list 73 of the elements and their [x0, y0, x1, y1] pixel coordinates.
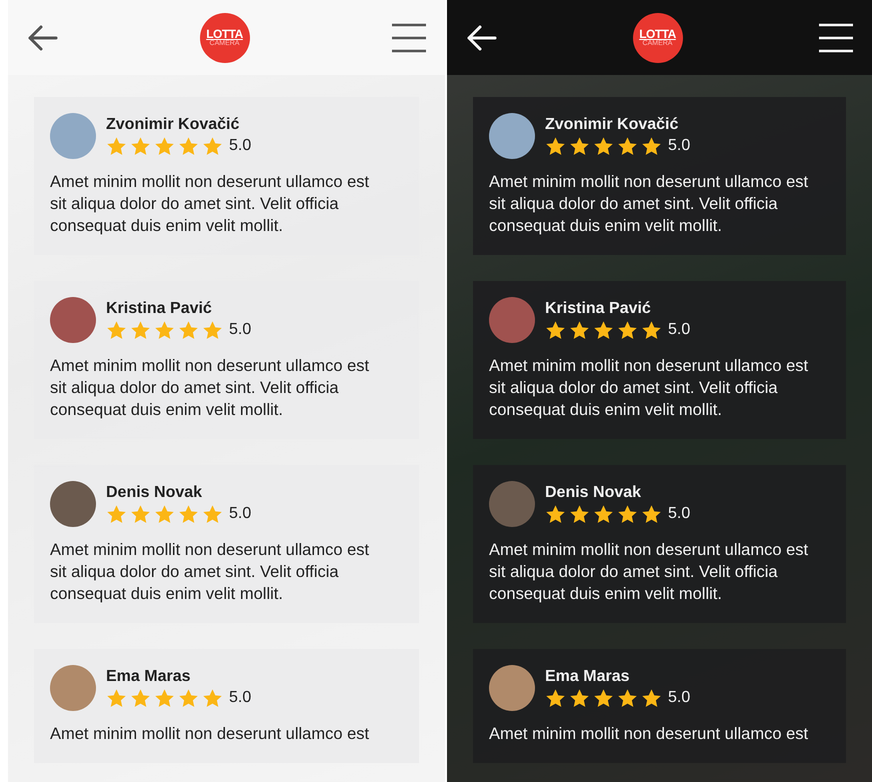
star-icon	[617, 688, 638, 708]
star-icon	[545, 320, 566, 340]
avatar	[489, 297, 535, 343]
star-icon	[593, 320, 614, 340]
review-text: Amet minim mollit non deserunt ullamco est sit aliqua dolor do amet sint. Velit officia consequat duis enim velit mollit.	[50, 540, 370, 605]
star-icon	[154, 504, 175, 524]
reviewer-name: Kristina Pavić	[106, 300, 213, 318]
star-icon	[130, 320, 151, 340]
star-icon	[617, 504, 638, 524]
avatar	[50, 297, 96, 343]
avatar	[50, 113, 96, 159]
reviewer-name: Zvonimir Kovačić	[106, 116, 240, 134]
star-icon	[617, 136, 638, 156]
star-icon	[178, 504, 199, 524]
star-icon	[641, 320, 662, 340]
rating-value: 5.0	[668, 505, 690, 523]
star-icon	[617, 320, 638, 340]
star-icon	[106, 320, 127, 340]
reviewer-name: Denis Novak	[545, 484, 642, 502]
star-icon	[106, 136, 127, 156]
menu-icon[interactable]	[391, 22, 427, 52]
star-icon	[569, 504, 590, 524]
star-icon	[178, 688, 199, 708]
rating-value: 5.0	[668, 137, 690, 155]
review-text: Amet minim mollit non deserunt ullamco est sit aliqua dolor do amet sint. Velit officia consequat duis enim velit mollit.	[50, 356, 370, 421]
reviewer-name: Ema Maras	[545, 668, 630, 686]
avatar	[50, 665, 96, 711]
rating-value: 5.0	[229, 505, 252, 523]
star-icon	[569, 136, 590, 156]
star-icon	[106, 688, 127, 708]
star-icon	[569, 688, 590, 708]
reviewer-name: Kristina Pavić	[545, 300, 652, 318]
review-text: Amet minim mollit non deserunt ullamco est sit aliqua dolor do amet sint. Velit officia consequat duis enim velit mollit.	[50, 172, 370, 237]
star-icon	[202, 504, 223, 524]
star-icon	[154, 136, 175, 156]
review-text: Amet minim mollit non deserunt ullamco est	[50, 724, 370, 745]
star-icon	[593, 688, 614, 708]
review-text: Amet minim mollit non deserunt ullamco est	[489, 724, 810, 745]
reviewer-name: Zvonimir Kovačić	[545, 116, 680, 134]
star-icon	[641, 504, 662, 524]
star-icon	[154, 320, 175, 340]
avatar	[489, 113, 535, 159]
star-icon	[593, 504, 614, 524]
rating-value: 5.0	[229, 137, 252, 155]
star-icon	[641, 688, 662, 708]
star-icon	[569, 320, 590, 340]
review-text: Amet minim mollit non deserunt ullamco est sit aliqua dolor do amet sint. Velit officia consequat duis enim velit mollit.	[489, 540, 810, 605]
star-icon	[130, 504, 151, 524]
rating-value: 5.0	[668, 321, 690, 339]
star-icon	[202, 688, 223, 708]
star-icon	[106, 504, 127, 524]
review-text: Amet minim mollit non deserunt ullamco est sit aliqua dolor do amet sint. Velit officia consequat duis enim velit mollit.	[489, 356, 810, 421]
rating-value: 5.0	[229, 321, 252, 339]
rating-value: 5.0	[668, 689, 690, 707]
star-icon	[202, 136, 223, 156]
star-icon	[178, 320, 199, 340]
avatar	[489, 665, 535, 711]
review-text: Amet minim mollit non deserunt ullamco est sit aliqua dolor do amet sint. Velit officia consequat duis enim velit mollit.	[489, 172, 810, 237]
star-icon	[178, 136, 199, 156]
star-icon	[154, 688, 175, 708]
star-icon	[130, 136, 151, 156]
star-icon	[130, 688, 151, 708]
star-icon	[545, 688, 566, 708]
star-icon	[545, 136, 566, 156]
avatar	[489, 481, 535, 527]
rating-value: 5.0	[229, 689, 252, 707]
star-icon	[593, 136, 614, 156]
star-icon	[202, 320, 223, 340]
avatar	[50, 481, 96, 527]
star-icon	[545, 504, 566, 524]
star-icon	[641, 136, 662, 156]
reviewer-name: Ema Maras	[106, 668, 192, 686]
reviewer-name: Denis Novak	[106, 484, 204, 502]
